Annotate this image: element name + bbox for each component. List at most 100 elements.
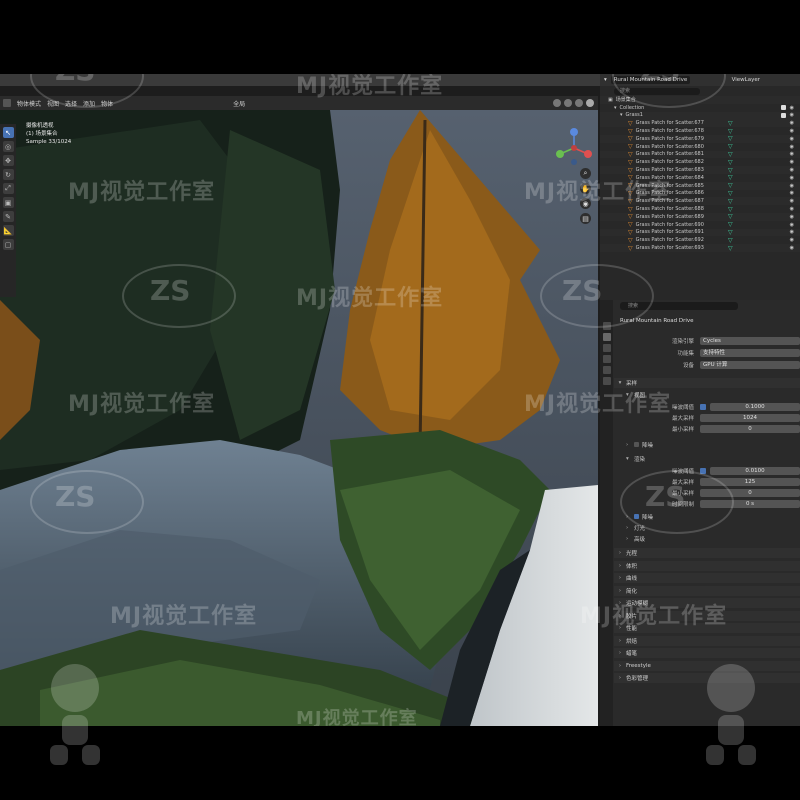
- include-checkbox[interactable]: [781, 105, 786, 111]
- outliner-object-row[interactable]: ▽ Grass Patch for Scatter.681 ▽ ◉: [600, 150, 800, 159]
- view-layer-tab-icon[interactable]: [602, 355, 611, 363]
- visibility-eye-icon[interactable]: ◉: [790, 237, 794, 243]
- viewport-denoise-subsection[interactable]: › 降噪: [626, 440, 800, 449]
- properties-section[interactable]: › 运动模糊: [614, 598, 800, 608]
- render-denoise-subsection[interactable]: › 降噪: [626, 512, 800, 521]
- outliner-object-row[interactable]: ▽ Grass Patch for Scatter.677 ▽ ◉: [600, 119, 800, 128]
- rotate-tool-icon[interactable]: ↻: [2, 169, 14, 180]
- device-dropdown[interactable]: GPU 计算: [700, 361, 800, 369]
- 3d-viewport[interactable]: 摄像机透视 (1) 场景集合 Sample 33/1024 ↖ ◎ ✥ ↻ ⤢ …: [0, 110, 598, 726]
- sampling-section[interactable]: ▾ 采样: [614, 378, 800, 388]
- denoise-checkbox[interactable]: [634, 442, 639, 447]
- object-menu[interactable]: 物体: [101, 99, 113, 108]
- time-limit-field[interactable]: 0 s: [700, 500, 800, 508]
- outliner-object-row[interactable]: ▽ Grass Patch for Scatter.682 ▽ ◉: [600, 158, 800, 166]
- modifier-icon[interactable]: ▽: [728, 182, 733, 189]
- scale-tool-icon[interactable]: ⤢: [2, 183, 14, 194]
- properties-section[interactable]: › 体积: [614, 560, 800, 571]
- modifier-icon[interactable]: ▽: [728, 245, 733, 252]
- outliner-search-input[interactable]: 搜索: [614, 87, 700, 95]
- tool-tab-icon[interactable]: [602, 322, 611, 330]
- render-denoise-checkbox[interactable]: [634, 514, 639, 519]
- visibility-eye-icon[interactable]: ◉: [790, 214, 794, 220]
- world-tab-icon[interactable]: [602, 377, 611, 385]
- render-max-samples-field[interactable]: 125: [700, 478, 800, 486]
- wireframe-shading-icon[interactable]: [553, 99, 561, 107]
- noise-threshold-checkbox[interactable]: [700, 404, 706, 410]
- visibility-eye-icon[interactable]: ◉: [790, 167, 794, 173]
- grass-collection-row[interactable]: ▾ Grass1 ◉: [600, 111, 800, 120]
- lights-subsection[interactable]: › 灯光: [626, 523, 800, 532]
- modifier-icon[interactable]: ▽: [728, 190, 733, 197]
- outliner-object-row[interactable]: ▽ Grass Patch for Scatter.685 ▽ ◉: [600, 181, 800, 190]
- properties-section[interactable]: › 曲线: [614, 573, 800, 583]
- modifier-icon[interactable]: ▽: [728, 174, 733, 181]
- scene-selector[interactable]: Rural Mountain Road Drive: [610, 76, 691, 84]
- solid-shading-icon[interactable]: [564, 99, 572, 107]
- properties-section[interactable]: › 胶片: [614, 610, 800, 621]
- properties-section[interactable]: › 性能: [614, 623, 800, 633]
- visibility-eye-icon[interactable]: ◉: [790, 112, 794, 118]
- collection-row[interactable]: ▾ Collection ◉: [600, 104, 800, 112]
- visibility-eye-icon[interactable]: ◉: [790, 120, 794, 126]
- outliner-object-row[interactable]: ▽ Grass Patch for Scatter.692 ▽ ◉: [600, 236, 800, 244]
- measure-tool-icon[interactable]: 📐: [2, 225, 14, 236]
- render-subsection[interactable]: ▾ 渲染: [626, 454, 800, 463]
- cursor-tool-icon[interactable]: ◎: [2, 141, 14, 152]
- select-menu[interactable]: 选择: [65, 99, 77, 108]
- pan-hand-icon[interactable]: ✋: [580, 183, 591, 194]
- include-checkbox[interactable]: [781, 112, 786, 118]
- expand-arrow-icon[interactable]: ▾: [620, 112, 623, 118]
- viewport-subsection[interactable]: ▾ 视图: [626, 390, 800, 399]
- visibility-eye-icon[interactable]: ◉: [790, 151, 794, 157]
- rendered-shading-icon[interactable]: [586, 99, 594, 107]
- output-tab-icon[interactable]: [602, 344, 611, 352]
- outliner-object-row[interactable]: ▽ Grass Patch for Scatter.689 ▽ ◉: [600, 212, 800, 221]
- editor-type-icon[interactable]: [3, 99, 11, 107]
- material-shading-icon[interactable]: [575, 99, 583, 107]
- transform-tool-icon[interactable]: ▣: [2, 197, 14, 208]
- visibility-eye-icon[interactable]: ◉: [790, 222, 794, 228]
- view-layer-label[interactable]: ViewLayer: [732, 77, 760, 83]
- modifier-icon[interactable]: ▽: [728, 229, 733, 236]
- expand-arrow-icon[interactable]: ▾: [614, 105, 617, 111]
- mode-menu[interactable]: 物体模式: [17, 99, 41, 108]
- modifier-icon[interactable]: ▽: [728, 128, 733, 135]
- advanced-subsection[interactable]: › 高级: [626, 534, 800, 543]
- visibility-eye-icon[interactable]: ◉: [790, 245, 794, 251]
- scene-tab-icon[interactable]: [602, 366, 611, 374]
- annotate-tool-icon[interactable]: ✎: [2, 211, 14, 222]
- visibility-eye-icon[interactable]: ◉: [790, 183, 794, 189]
- render-engine-dropdown[interactable]: Cycles: [700, 337, 800, 345]
- outliner-object-row[interactable]: ▽ Grass Patch for Scatter.688 ▽ ◉: [600, 205, 800, 213]
- outliner-object-row[interactable]: ▽ Grass Patch for Scatter.678 ▽ ◉: [600, 127, 800, 135]
- camera-view-icon[interactable]: ◉: [580, 198, 591, 209]
- render-tab-icon[interactable]: [602, 333, 611, 341]
- modifier-icon[interactable]: ▽: [728, 135, 733, 142]
- modifier-icon[interactable]: ▽: [728, 151, 733, 158]
- properties-section[interactable]: › 蜡笔: [614, 648, 800, 658]
- render-noise-threshold-checkbox[interactable]: [700, 468, 706, 474]
- outliner-object-row[interactable]: ▽ Grass Patch for Scatter.690 ▽ ◉: [600, 221, 800, 229]
- render-noise-threshold-field[interactable]: 0.0100: [710, 467, 800, 475]
- properties-section[interactable]: › 光程: [614, 548, 800, 558]
- scene-icon[interactable]: ▾: [604, 77, 607, 83]
- visibility-eye-icon[interactable]: ◉: [790, 175, 794, 181]
- add-menu[interactable]: 添加: [83, 99, 95, 108]
- scene-collection-row[interactable]: ▣ 场景集合: [600, 96, 800, 104]
- outliner-object-row[interactable]: ▽ Grass Patch for Scatter.679 ▽ ◉: [600, 134, 800, 143]
- modifier-icon[interactable]: ▽: [728, 159, 733, 166]
- outliner-object-row[interactable]: ▽ Grass Patch for Scatter.687 ▽ ◉: [600, 197, 800, 206]
- select-box-tool-icon[interactable]: ↖: [2, 127, 14, 138]
- visibility-eye-icon[interactable]: ◉: [790, 206, 794, 212]
- viewport-max-samples-field[interactable]: 1024: [700, 414, 800, 422]
- viewport-noise-threshold-field[interactable]: 0.1000: [710, 403, 800, 411]
- outliner-object-row[interactable]: ▽ Grass Patch for Scatter.683 ▽ ◉: [600, 166, 800, 174]
- feature-set-dropdown[interactable]: 支持特性: [700, 349, 800, 357]
- zoom-icon[interactable]: ⌕: [580, 168, 591, 179]
- lock-icon[interactable]: ▤: [580, 213, 591, 224]
- visibility-eye-icon[interactable]: ◉: [790, 198, 794, 204]
- navigation-gizmo[interactable]: [552, 126, 596, 170]
- visibility-eye-icon[interactable]: ◉: [790, 159, 794, 165]
- modifier-icon[interactable]: ▽: [728, 206, 733, 213]
